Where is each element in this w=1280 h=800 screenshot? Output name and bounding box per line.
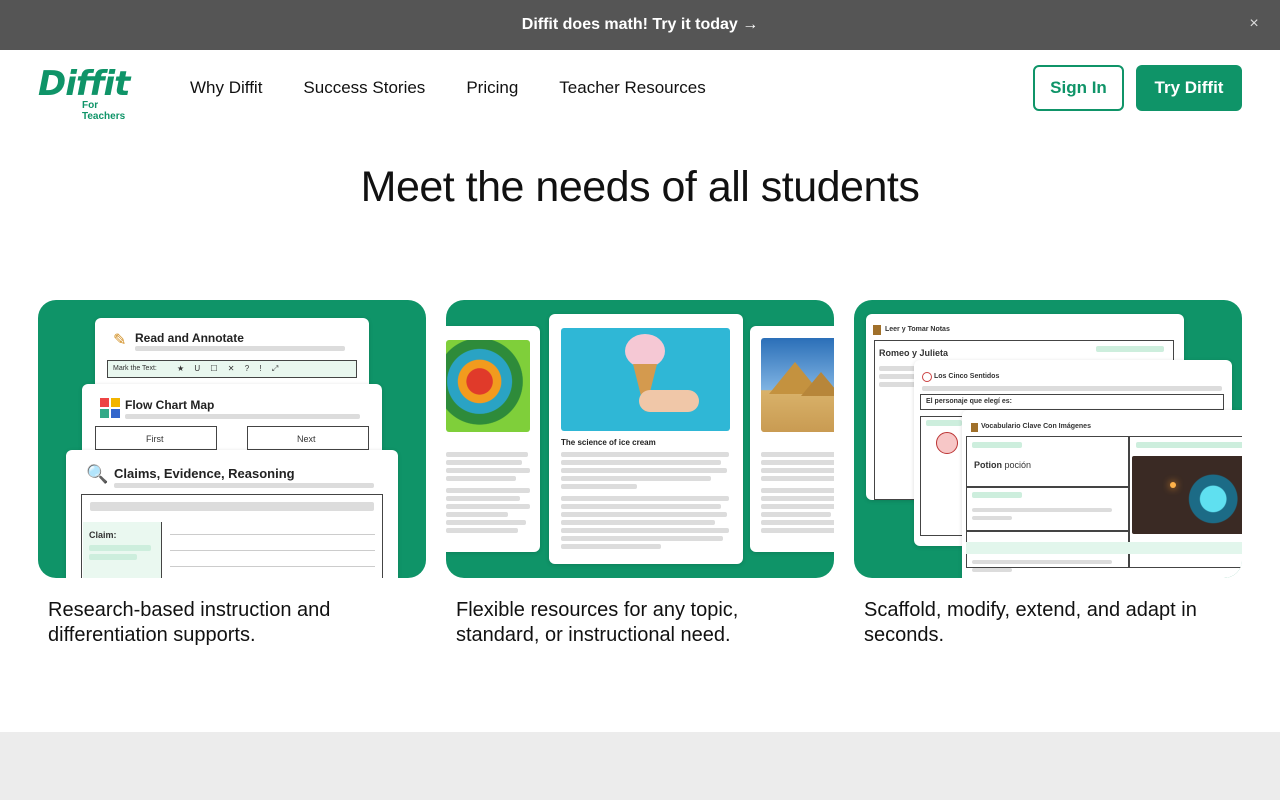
close-icon[interactable]: × <box>1244 14 1264 34</box>
flow-next: Next <box>297 434 316 444</box>
pyramids-image <box>761 338 834 432</box>
next-section-band <box>0 732 1280 800</box>
nav-pricing[interactable]: Pricing <box>466 78 518 98</box>
nav-why-diffit[interactable]: Why Diffit <box>190 78 262 98</box>
nav-success-stories[interactable]: Success Stories <box>303 78 425 98</box>
senses-icon <box>922 372 932 382</box>
chameleon-image <box>446 340 530 432</box>
vocabulary-sheet: Vocabulario Clave Con Imágenes Potion po… <box>962 410 1242 578</box>
try-diffit-button[interactable]: Try Diffit <box>1136 65 1242 111</box>
notes-title: Leer y Tomar Notas <box>885 326 950 333</box>
feature-card-research: ✎ Read and Annotate Mark the Text: ★ U ☐… <box>38 300 426 648</box>
sheet-title-claims: Claims, Evidence, Reasoning <box>114 466 295 481</box>
potion-image <box>1132 456 1242 534</box>
potion-word: Potion poción <box>974 460 1032 470</box>
card-caption: Scaffold, modify, extend, and adapt in s… <box>864 599 1197 646</box>
pencil-icon: ✎ <box>113 332 127 349</box>
senses-title: Los Cinco Sentidos <box>934 373 1000 380</box>
magnifier-icon: 🔍 <box>86 464 109 484</box>
ice-cream-title: The science of ice cream <box>561 438 656 447</box>
claim-label: Claim: <box>89 530 117 540</box>
sheet-title-read: Read and Annotate <box>135 331 244 345</box>
logo-wordmark: Diffit <box>38 64 130 104</box>
flow-first: First <box>146 434 164 444</box>
chameleon-sheet <box>446 326 540 552</box>
mark-symbols: ★ U ☐ ✕ ? ! ⤢ <box>177 364 283 373</box>
card-caption: Flexible resources for any topic, standa… <box>456 599 739 646</box>
sheet-title-flow: Flow Chart Map <box>125 398 215 412</box>
site-header: Diffit For Teachers Why Diffit Success S… <box>0 50 1280 128</box>
card-caption: Research-based instruction and different… <box>48 599 331 646</box>
resources-illustration: The science of ice cream <box>446 300 834 578</box>
page-title: Meet the needs of all students <box>360 163 920 211</box>
book-icon <box>971 423 978 432</box>
main-nav: Why Diffit Success Stories Pricing Teach… <box>190 78 706 98</box>
claims-sheet: 🔍 Claims, Evidence, Reasoning Claim: <box>66 450 398 578</box>
diffit-logo[interactable]: Diffit For Teachers <box>38 64 142 122</box>
flow-chart-icon <box>100 398 120 418</box>
ice-cream-image <box>561 328 730 431</box>
ear-icon <box>936 432 958 454</box>
romeo-title: Romeo y Julieta <box>879 348 949 358</box>
announcement-link[interactable]: Diffit does math! Try it today → <box>522 16 758 34</box>
feature-card-scaffold: Leer y Tomar Notas Romeo y Julieta Los C… <box>854 300 1242 648</box>
announcement-bar: Diffit does math! Try it today → × <box>0 0 1280 50</box>
logo-subtitle: For Teachers <box>82 100 126 122</box>
notebook-icon <box>873 325 881 335</box>
nav-teacher-resources[interactable]: Teacher Resources <box>559 78 705 98</box>
scaffold-illustration: Leer y Tomar Notas Romeo y Julieta Los C… <box>854 300 1242 578</box>
mark-text-label: Mark the Text: <box>113 365 157 372</box>
sign-in-button[interactable]: Sign In <box>1033 65 1124 111</box>
vocab-title: Vocabulario Clave Con Imágenes <box>981 423 1091 430</box>
chosen-label: El personaje que elegí es: <box>926 398 1012 405</box>
pyramids-sheet <box>750 326 834 552</box>
worksheet-illustration: ✎ Read and Annotate Mark the Text: ★ U ☐… <box>38 300 426 578</box>
feature-card-flexible: The science of ice cream Flexible resour… <box>446 300 834 648</box>
ice-cream-sheet: The science of ice cream <box>549 314 743 564</box>
